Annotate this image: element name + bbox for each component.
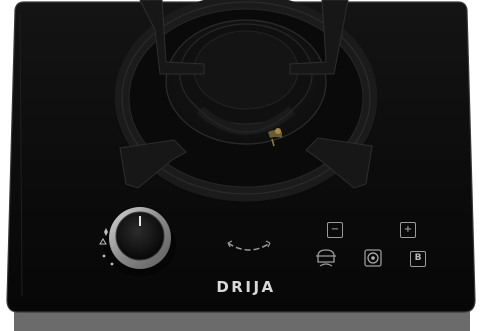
dot-marker xyxy=(102,254,106,258)
hob-product-image: − + B DRIJA xyxy=(0,0,482,331)
dot-marker xyxy=(110,262,114,266)
minus-icon: − xyxy=(330,224,340,235)
plus-icon: + xyxy=(403,224,413,235)
minus-button[interactable]: − xyxy=(327,222,343,238)
booster-button[interactable]: B xyxy=(410,251,426,267)
booster-b-icon: B xyxy=(414,253,422,263)
brand-logo: DRIJA xyxy=(216,278,276,296)
plus-button[interactable]: + xyxy=(400,222,416,238)
